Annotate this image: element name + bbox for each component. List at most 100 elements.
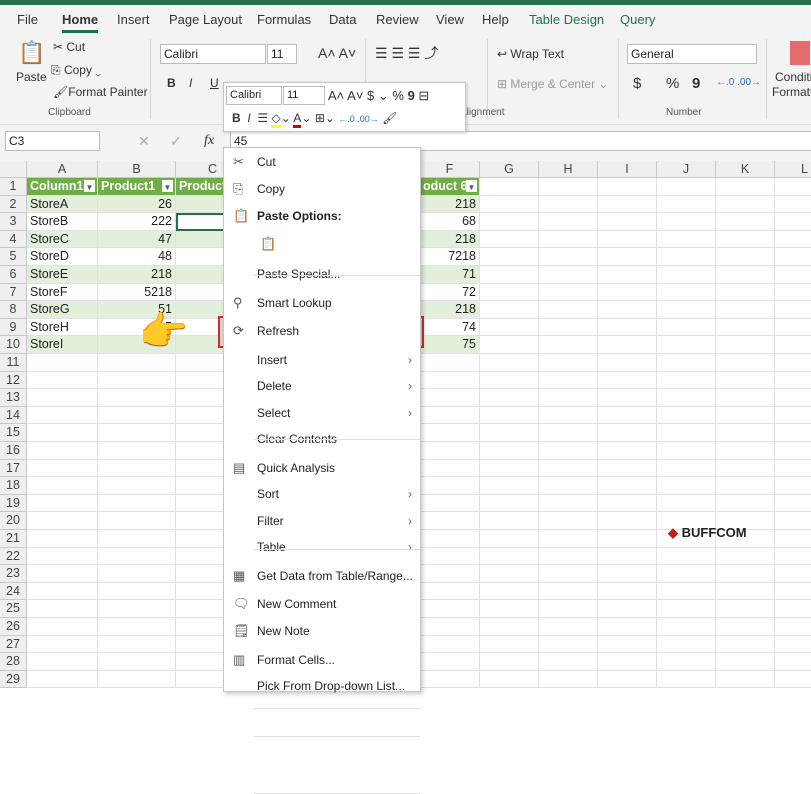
cell[interactable] [716,477,775,495]
cell[interactable] [775,495,811,513]
cell[interactable] [420,371,480,390]
cell[interactable] [775,565,811,583]
cell[interactable] [657,354,716,372]
cell[interactable] [598,406,657,425]
cell[interactable] [598,653,657,671]
cell[interactable]: 71 [420,266,480,284]
menu-item-delete[interactable]: Delete › [224,373,420,399]
cell[interactable] [98,442,176,460]
cell[interactable] [27,389,98,407]
tab-help[interactable]: Help [482,12,509,27]
cell[interactable] [657,318,716,337]
cell[interactable] [775,671,811,689]
cell[interactable] [539,600,598,618]
cell[interactable] [27,442,98,460]
table-header-cell[interactable]: Product1 ▼ [98,178,176,196]
cell[interactable] [598,618,657,636]
column-header-L[interactable]: L [775,161,811,178]
cell[interactable] [539,635,598,654]
cell[interactable] [539,195,598,214]
cell[interactable] [539,336,598,354]
cell[interactable]: StoreA [27,195,98,214]
cell[interactable] [420,477,480,495]
menu-item-paste-keep-text[interactable]: 📋 [224,231,420,257]
cell[interactable]: 5218 [98,283,176,302]
mini-font-name[interactable]: Calibri [226,86,282,105]
row-header[interactable]: 13 [0,389,27,407]
mini-format-buttons[interactable]: A˄ A˅ $ ⌄ % 9 ⊟ [328,88,429,104]
menu-item-filter[interactable]: Filter › [224,508,420,534]
cell[interactable] [98,459,176,478]
align-buttons[interactable]: ☰ ☰ ☰ ⤴ [375,43,438,63]
cell[interactable] [539,213,598,231]
tab-insert[interactable]: Insert [117,12,150,27]
cell[interactable]: 218 [420,301,480,319]
column-header-A[interactable]: A [27,161,98,178]
mini-font-size[interactable]: 11 [283,86,325,105]
copy-button[interactable]: ⎘ Copy ⌄ [51,63,101,78]
cell[interactable] [657,494,716,513]
cell[interactable] [716,494,775,513]
cell[interactable] [775,231,811,249]
cell[interactable] [480,565,539,583]
cell[interactable] [420,406,480,425]
cell[interactable] [716,442,775,460]
cell[interactable] [598,547,657,566]
cell[interactable] [98,424,176,442]
cell[interactable] [598,459,657,478]
menu-item-pick-from-drop-down-list[interactable]: Pick From Drop-down List... [224,673,420,699]
cell[interactable] [716,301,775,319]
filter-dropdown-icon[interactable]: ▼ [84,180,95,192]
tab-view[interactable]: View [436,12,464,27]
table-header-cell[interactable]: oduct 6 ▼ [420,178,480,196]
tab-review[interactable]: Review [376,12,419,27]
cell[interactable] [657,547,716,566]
cell[interactable] [657,178,716,196]
cell[interactable] [539,565,598,583]
cell[interactable]: 218 [98,266,176,284]
cell[interactable] [539,512,598,530]
cell[interactable] [480,371,539,390]
row-header[interactable]: 9 [0,318,27,337]
cell[interactable] [716,195,775,214]
cell[interactable] [539,266,598,284]
cell[interactable] [420,600,480,618]
cell[interactable] [775,284,811,302]
cell[interactable] [420,512,480,530]
cell[interactable] [598,670,657,689]
cell[interactable] [598,230,657,249]
cell[interactable] [420,582,480,601]
cell[interactable] [716,283,775,302]
column-header-H[interactable]: H [539,161,598,178]
cell[interactable] [98,547,176,566]
cell[interactable] [657,230,716,249]
cell[interactable] [657,389,716,407]
cell[interactable] [775,548,811,566]
cell[interactable] [420,530,480,548]
cell[interactable] [420,635,480,654]
cell[interactable] [27,354,98,372]
cell[interactable] [480,266,539,284]
cell[interactable] [480,230,539,249]
menu-item-quick-analysis[interactable]: ▤ Quick Analysis [224,455,420,481]
cell[interactable] [420,618,480,636]
cell[interactable] [420,547,480,566]
column-header-B[interactable]: B [98,161,176,178]
row-header[interactable]: 6 [0,266,27,284]
cell[interactable] [657,371,716,390]
cell[interactable] [420,354,480,372]
merge-center-button[interactable]: ⊞ Merge & Center ⌄ [497,77,608,91]
row-header[interactable]: 2 [0,195,27,214]
cell[interactable]: 68 [420,213,480,231]
row-header[interactable]: 23 [0,565,27,583]
cell[interactable] [775,600,811,618]
cell[interactable] [480,389,539,407]
cell[interactable] [539,283,598,302]
cell[interactable] [420,565,480,583]
cell[interactable] [657,477,716,495]
cell[interactable] [657,459,716,478]
cell[interactable] [98,530,176,548]
filter-dropdown-icon[interactable]: ▼ [466,180,477,192]
cell[interactable] [716,230,775,249]
cell[interactable] [657,213,716,231]
